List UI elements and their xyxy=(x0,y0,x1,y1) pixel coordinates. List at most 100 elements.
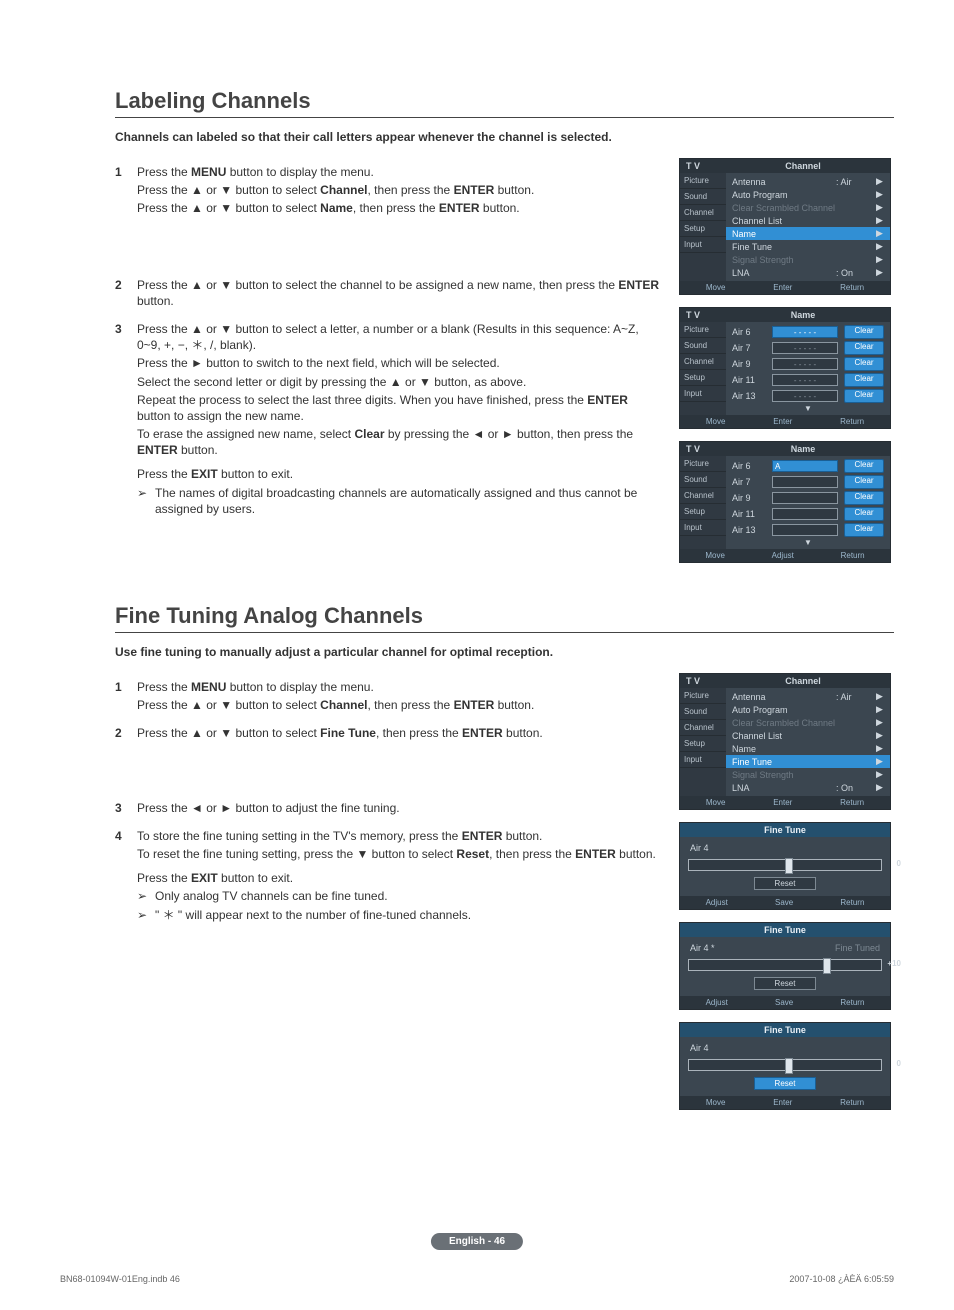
legend-item: Enter xyxy=(773,1098,792,1107)
osd-side-item: Sound xyxy=(680,704,726,720)
step-line: Press the ▲ or ▼ button to select the ch… xyxy=(137,277,661,309)
osd-side-item: Channel xyxy=(680,205,726,221)
ft-slider: +10 xyxy=(688,959,882,971)
ft-slider: 0 xyxy=(688,1059,882,1071)
section-title-labeling: Labeling Channels xyxy=(115,88,894,118)
osd-title: Fine Tune xyxy=(680,923,890,937)
arrow-icon: ▶ xyxy=(876,254,884,265)
step-line: Press the EXIT button to exit. xyxy=(137,466,661,482)
osd-side-item: Setup xyxy=(680,370,726,386)
osd-side-item: Picture xyxy=(680,173,726,189)
step-num: 3 xyxy=(115,800,137,818)
osd-title: Name xyxy=(722,310,884,320)
osd-side-item: Picture xyxy=(680,456,726,472)
clear-button: Clear xyxy=(844,389,884,403)
ft-channel: Air 4 xyxy=(690,843,709,853)
footer-left: BN68-01094W-01Eng.indb 46 xyxy=(60,1274,180,1284)
name-box xyxy=(772,476,838,488)
osd-title: Channel xyxy=(722,676,884,686)
ft-value: +10 xyxy=(887,959,901,968)
legend-item: Return xyxy=(840,998,864,1007)
step-num: 1 xyxy=(115,164,137,219)
osd-row: Channel List xyxy=(732,216,876,226)
step-num: 2 xyxy=(115,725,137,743)
osd-side-item: Setup xyxy=(680,221,726,237)
name-box: - - - - - xyxy=(772,326,838,338)
step-num: 2 xyxy=(115,277,137,311)
ft-slider: 0 xyxy=(688,859,882,871)
down-arrow-icon: ▼ xyxy=(726,538,890,547)
osd-side-item: Input xyxy=(680,237,726,253)
name-box: - - - - - xyxy=(772,358,838,370)
osd-tv-label: T V xyxy=(686,444,722,454)
legend-item: Return xyxy=(840,417,864,426)
name-ch: Air 11 xyxy=(732,509,766,519)
name-ch: Air 13 xyxy=(732,525,766,535)
name-box: - - - - - xyxy=(772,374,838,386)
legend-item: Return xyxy=(840,798,864,807)
osd-row-selected: Name xyxy=(732,229,876,239)
legend-item: Adjust xyxy=(706,998,728,1007)
osd-column: T VChannel Picture Sound Channel Setup I… xyxy=(679,673,894,1122)
osd-row-selected: Fine Tune xyxy=(732,757,876,767)
legend-item: Move xyxy=(706,417,726,426)
step-line: Press the ▲ or ▼ button to select a lett… xyxy=(137,321,661,353)
ft-value: 0 xyxy=(897,1059,901,1068)
osd-row: Auto Program xyxy=(732,190,876,200)
name-ch: Air 11 xyxy=(732,375,766,385)
name-ch: Air 9 xyxy=(732,359,766,369)
osd-row-val: : Air xyxy=(836,177,876,187)
legend-item: Move xyxy=(706,798,726,807)
osd-channel-menu-ft: T VChannel Picture Sound Channel Setup I… xyxy=(679,673,891,810)
legend-item: Return xyxy=(841,551,865,560)
instructions-left: 1 Press the MENU button to display the m… xyxy=(115,158,661,575)
arrow-icon: ▶ xyxy=(876,202,884,213)
legend-item: Return xyxy=(840,1098,864,1107)
osd-side-item: Picture xyxy=(680,688,726,704)
arrow-icon: ▶ xyxy=(876,730,884,741)
footer-right: 2007-10-08 ¿ÀÈÄ 6:05:59 xyxy=(789,1274,894,1284)
legend-item: Enter xyxy=(773,283,792,292)
instructions-left: 1 Press the MENU button to display the m… xyxy=(115,673,661,1122)
clear-button: Clear xyxy=(844,523,884,537)
step-line: Press the ▲ or ▼ button to select Name, … xyxy=(137,200,534,216)
reset-button-selected: Reset xyxy=(754,1077,816,1090)
arrow-icon: ▶ xyxy=(876,241,884,252)
legend-item: Move xyxy=(706,283,726,292)
ft-status: Fine Tuned xyxy=(835,943,880,953)
step-line: Press the ▲ or ▼ button to select Fine T… xyxy=(137,725,543,741)
step-line: Press the ◄ or ► button to adjust the fi… xyxy=(137,800,400,816)
osd-row: Name xyxy=(732,744,876,754)
down-arrow-icon: ▼ xyxy=(726,404,890,413)
step-line: Press the ▲ or ▼ button to select Channe… xyxy=(137,182,534,198)
legend-item: Move xyxy=(705,551,725,560)
clear-button: Clear xyxy=(844,475,884,489)
osd-row-val: : On xyxy=(836,783,876,793)
osd-tv-label: T V xyxy=(686,161,722,171)
arrow-icon: ▶ xyxy=(876,769,884,780)
name-ch: Air 9 xyxy=(732,493,766,503)
osd-side-item: Channel xyxy=(680,720,726,736)
note-text: Only analog TV channels can be fine tune… xyxy=(155,888,388,904)
clear-button: Clear xyxy=(844,341,884,355)
arrow-icon: ▶ xyxy=(876,756,884,767)
osd-row: Auto Program xyxy=(732,705,876,715)
section-intro-labeling: Channels can labeled so that their call … xyxy=(115,130,894,144)
note-icon: ➢ xyxy=(137,485,155,517)
legend-item: Enter xyxy=(773,798,792,807)
name-box: - - - - - xyxy=(772,342,838,354)
arrow-icon: ▶ xyxy=(876,691,884,702)
page-pill: English - 46 xyxy=(431,1233,523,1250)
arrow-icon: ▶ xyxy=(876,215,884,226)
osd-side-item: Setup xyxy=(680,504,726,520)
clear-button: Clear xyxy=(844,459,884,473)
step-line: Press the MENU button to display the men… xyxy=(137,679,534,695)
clear-button: Clear xyxy=(844,357,884,371)
osd-finetune-tuned: Fine Tune Air 4 *Fine Tuned +10 Reset Ad… xyxy=(679,922,891,1010)
osd-title: Fine Tune xyxy=(680,823,890,837)
osd-tv-label: T V xyxy=(686,310,722,320)
arrow-icon: ▶ xyxy=(876,717,884,728)
clear-button: Clear xyxy=(844,325,884,339)
clear-button: Clear xyxy=(844,373,884,387)
ft-channel: Air 4 xyxy=(690,1043,709,1053)
